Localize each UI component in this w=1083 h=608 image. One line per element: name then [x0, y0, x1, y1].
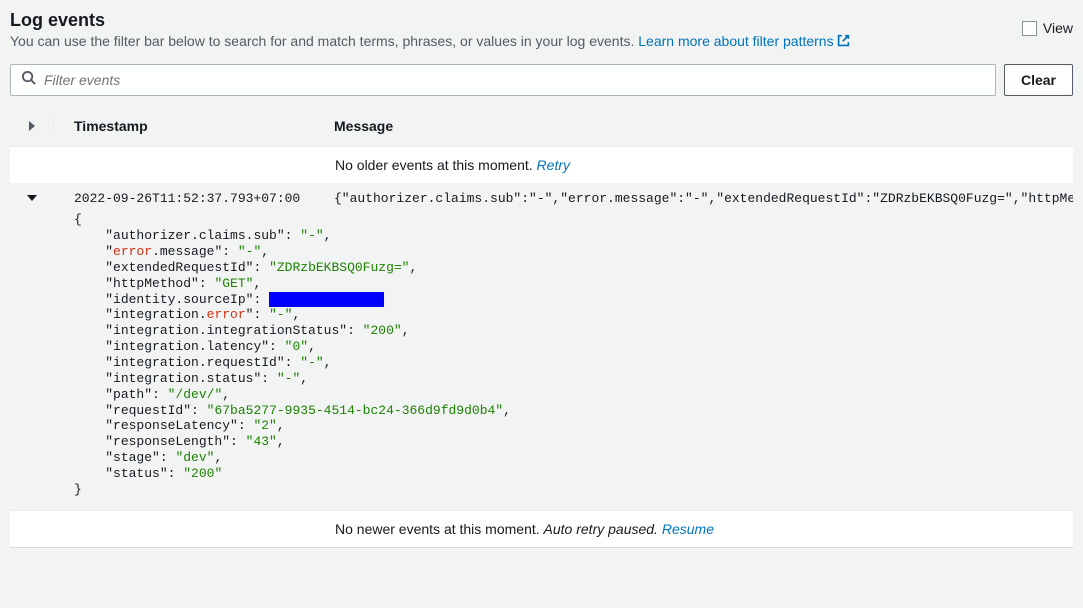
column-header-timestamp: Timestamp: [54, 118, 314, 134]
no-newer-events-row: No newer events at this moment. Auto ret…: [10, 510, 1073, 547]
column-header-message: Message: [314, 118, 1073, 134]
clear-button[interactable]: Clear: [1004, 64, 1073, 96]
filter-events-input[interactable]: [36, 65, 995, 95]
event-expanded-json: { "authorizer.claims.sub": "-", "error.m…: [10, 206, 1073, 509]
page-title: Log events: [10, 10, 1022, 31]
event-message-summary: {"authorizer.claims.sub":"-","error.mess…: [314, 191, 1073, 206]
view-label: View: [1043, 20, 1073, 36]
collapse-caret-icon[interactable]: [27, 195, 37, 201]
external-link-icon: [837, 34, 850, 50]
expand-all-caret[interactable]: [29, 121, 35, 131]
table-header: Timestamp Message: [10, 114, 1073, 147]
no-older-events-row: No older events at this moment. Retry: [10, 147, 1073, 183]
redacted-source-ip: [269, 292, 384, 307]
resume-link[interactable]: Resume: [662, 521, 714, 537]
event-timestamp: 2022-09-26T11:52:37.793+07:00: [54, 191, 314, 206]
search-icon: [21, 70, 36, 90]
view-as-text-checkbox[interactable]: [1022, 21, 1037, 36]
retry-older-link[interactable]: Retry: [537, 157, 570, 173]
page-subtitle: You can use the filter bar below to sear…: [10, 33, 1022, 50]
filter-input-wrap[interactable]: [10, 64, 996, 96]
log-event-row[interactable]: 2022-09-26T11:52:37.793+07:00 {"authoriz…: [10, 183, 1073, 206]
learn-more-link[interactable]: Learn more about filter patterns: [638, 33, 849, 49]
